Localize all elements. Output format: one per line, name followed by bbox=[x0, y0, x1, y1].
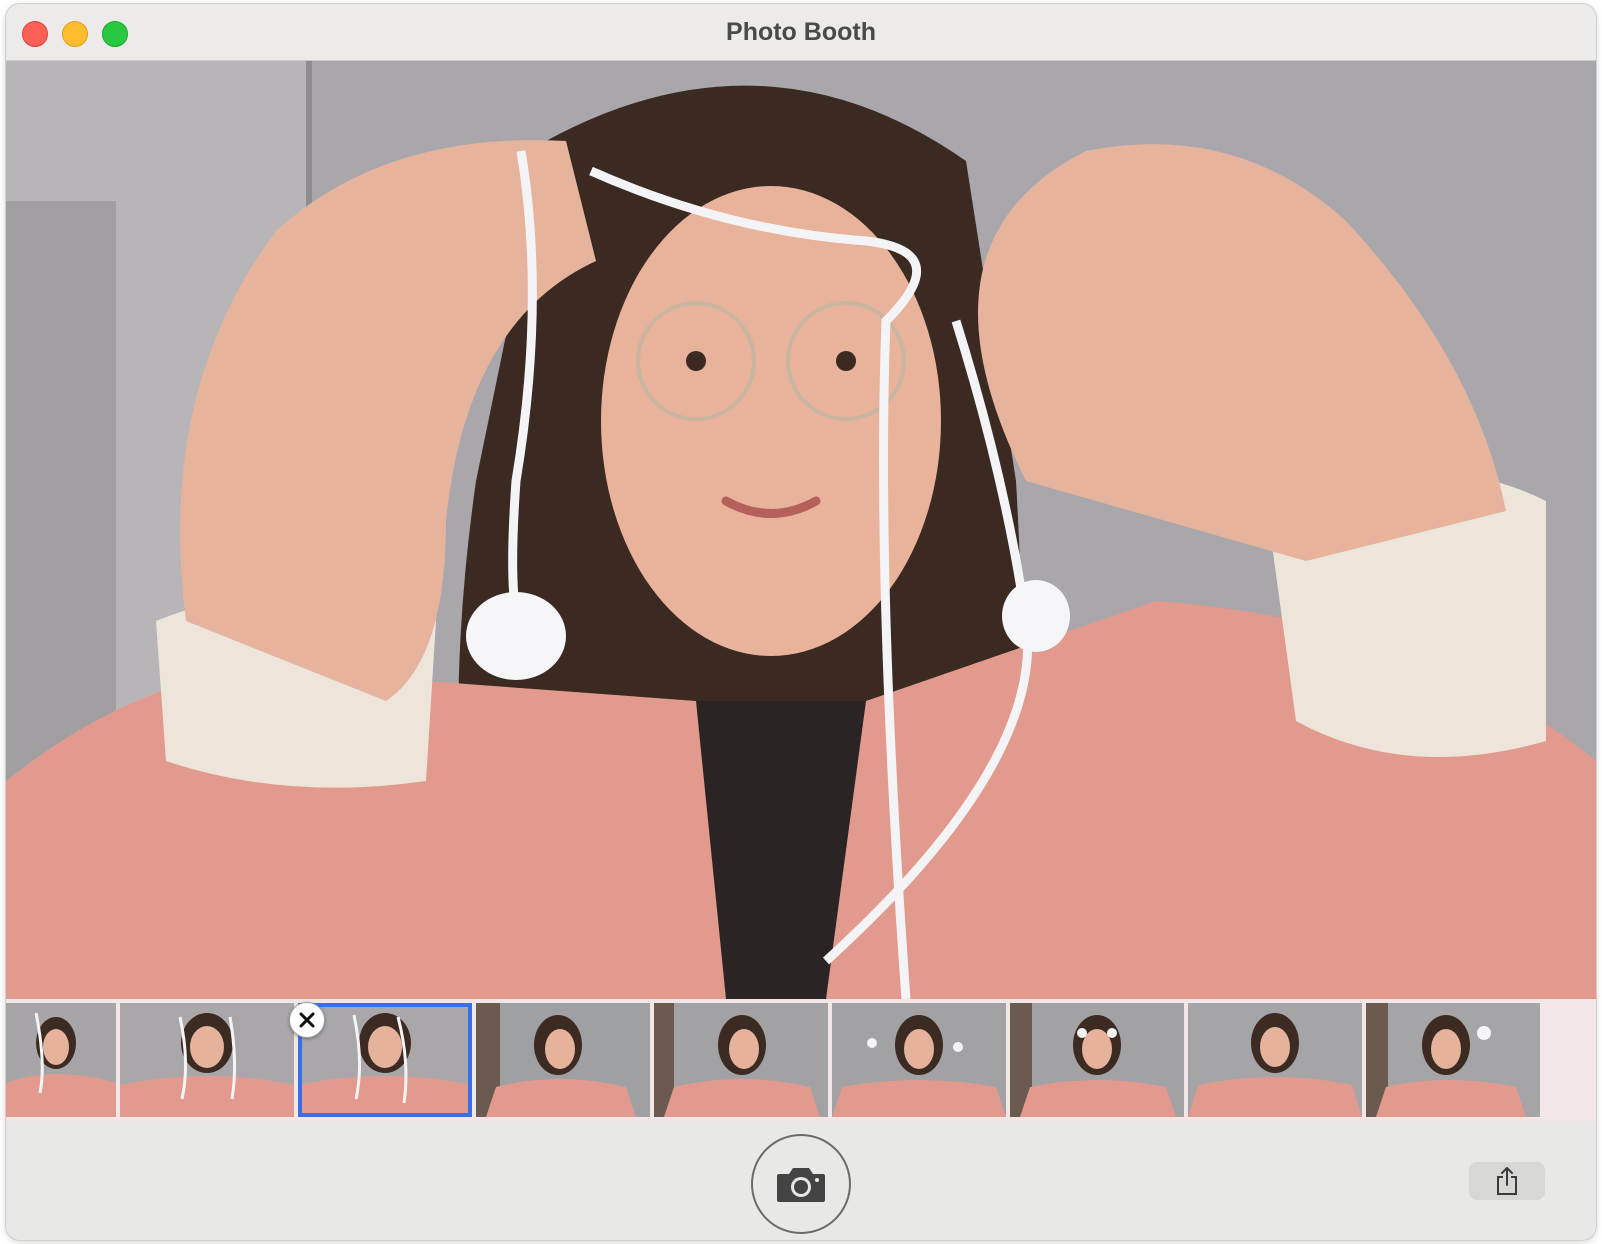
camera-preview bbox=[6, 61, 1596, 999]
thumbnail[interactable] bbox=[120, 1003, 294, 1117]
x-icon bbox=[299, 1012, 315, 1028]
filmstrip[interactable] bbox=[6, 999, 1596, 1121]
thumbnail[interactable] bbox=[6, 1003, 116, 1117]
camera-icon bbox=[777, 1168, 825, 1202]
thumbnail[interactable] bbox=[1010, 1003, 1184, 1117]
title-bar[interactable]: Photo Booth bbox=[6, 4, 1596, 61]
bottom-toolbar bbox=[6, 1121, 1596, 1240]
thumbnail[interactable] bbox=[832, 1003, 1006, 1117]
thumbnail[interactable] bbox=[1366, 1003, 1540, 1117]
share-icon bbox=[1497, 1167, 1517, 1195]
window-title: Photo Booth bbox=[726, 18, 876, 46]
thumbnail[interactable] bbox=[476, 1003, 650, 1117]
thumbnail[interactable] bbox=[1188, 1003, 1362, 1117]
delete-thumbnail-button[interactable] bbox=[289, 1002, 325, 1038]
share-button[interactable] bbox=[1469, 1162, 1545, 1200]
take-photo-button[interactable] bbox=[751, 1134, 851, 1234]
photo-booth-window: Photo Booth bbox=[6, 4, 1596, 1240]
thumbnail[interactable] bbox=[654, 1003, 828, 1117]
